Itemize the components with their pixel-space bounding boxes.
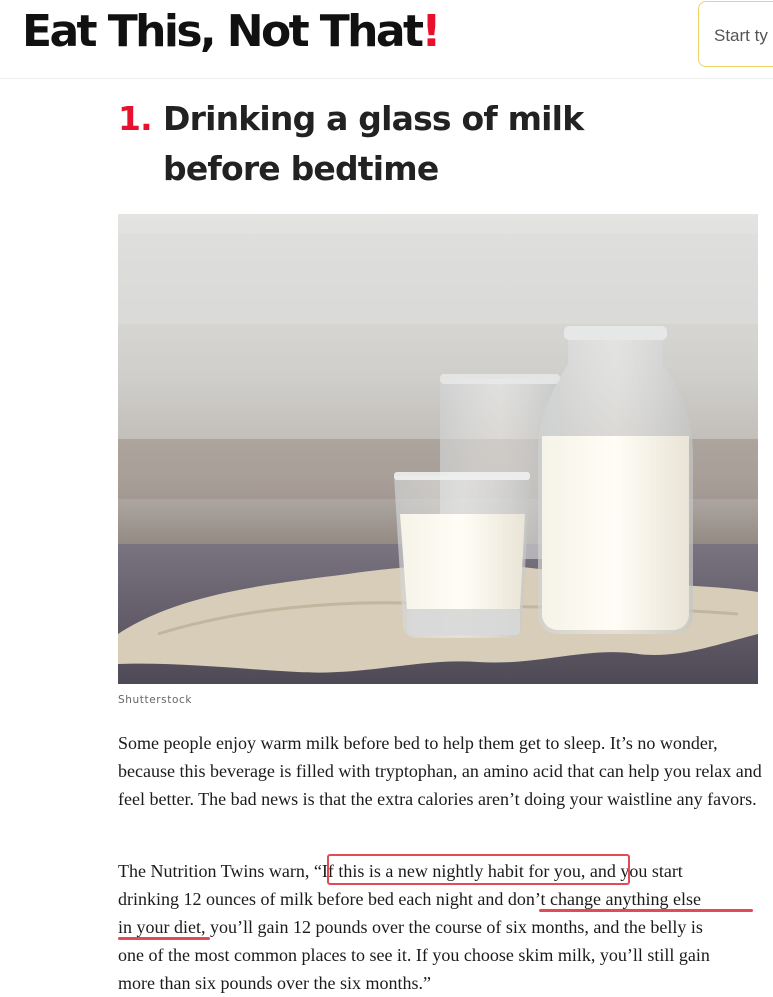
highlight-underline (118, 937, 210, 940)
logo-text: Eat This, Not That (22, 6, 424, 57)
site-header: Eat This, Not That! Start ty (0, 0, 773, 79)
paragraph-line: in your diet, you’ll gain 12 pounds over… (118, 917, 703, 937)
image-credit: Shutterstock (118, 694, 193, 706)
search-input[interactable]: Start ty (698, 1, 773, 67)
headline-text: Drinking a glass of milk before bedtime (163, 99, 584, 188)
logo-exclamation: ! (421, 6, 441, 57)
highlight-box (327, 854, 630, 885)
search-placeholder: Start ty (714, 26, 768, 45)
item-number: 1. (118, 99, 153, 138)
article-paragraph-1: Some people enjoy warm milk before bed t… (118, 733, 762, 809)
highlight-underline (539, 909, 753, 912)
milk-photo (118, 214, 758, 684)
paragraph-line: one of the most common places to see it.… (118, 945, 710, 965)
site-logo[interactable]: Eat This, Not That! (22, 6, 442, 57)
